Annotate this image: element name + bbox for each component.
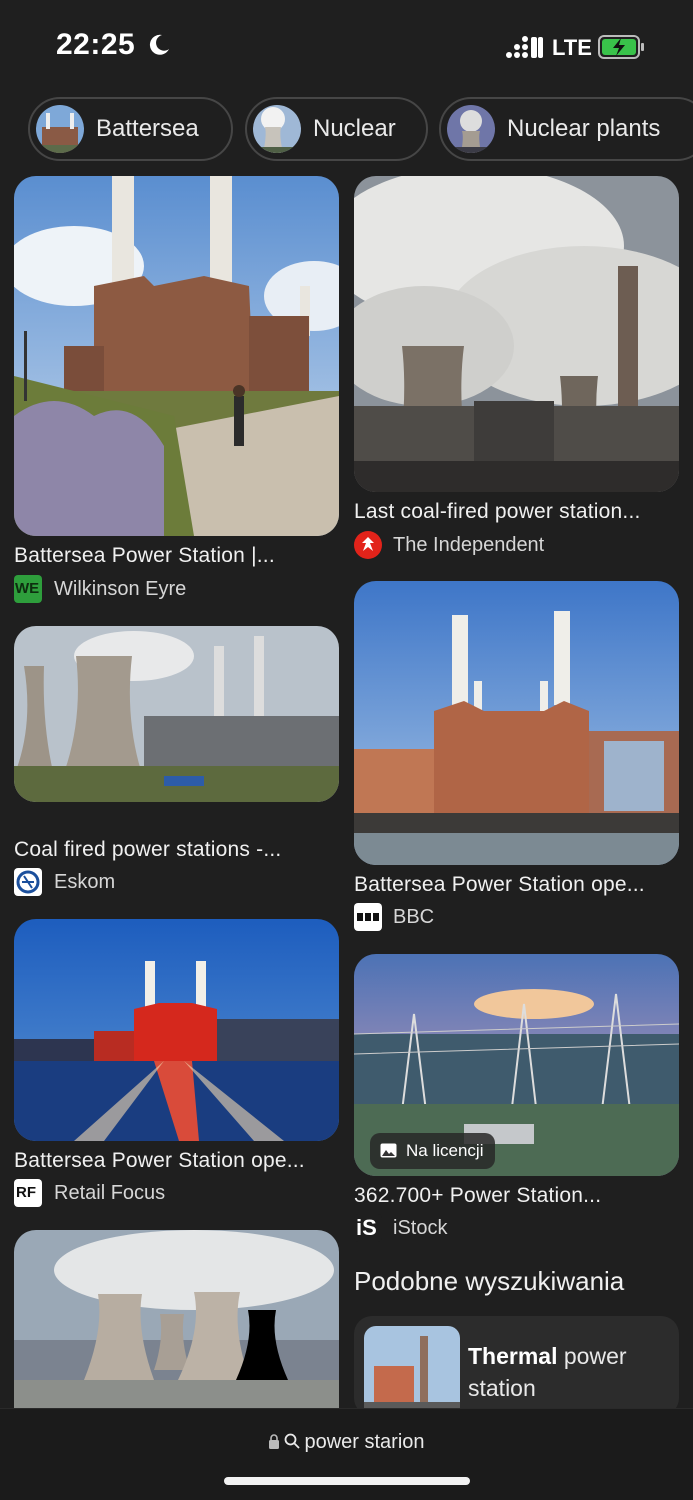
result-caption[interactable]: Battersea Power Station ope... xyxy=(354,873,645,897)
network-type: LTE xyxy=(552,35,592,60)
chip-thumbnail xyxy=(36,105,84,153)
result-image-battersea-river[interactable] xyxy=(354,581,679,865)
home-indicator[interactable] xyxy=(224,1477,470,1485)
chip-thumbnail xyxy=(447,105,495,153)
chip-label: Nuclear xyxy=(313,115,396,142)
result-image-battersea-garden[interactable] xyxy=(14,176,339,536)
chip-nuclear[interactable]: Nuclear xyxy=(245,97,428,161)
chip-label: Nuclear plants xyxy=(507,115,661,142)
result-caption[interactable]: Battersea Power Station |... xyxy=(14,544,275,568)
address-bar[interactable]: power starion xyxy=(0,1431,693,1454)
result-source[interactable]: The Independent xyxy=(393,534,544,557)
browser-bottom-bar: power starion xyxy=(0,1408,693,1500)
related-search-line2: station xyxy=(468,1375,536,1401)
independent-favicon xyxy=(354,531,382,559)
license-label: Na licencji xyxy=(406,1141,484,1160)
related-search-label: Thermal power station xyxy=(468,1340,627,1404)
result-caption[interactable]: 362.700+ Power Station... xyxy=(354,1184,601,1208)
chip-nuclear-plants[interactable]: Nuclear plants xyxy=(439,97,693,161)
status-bar: 22:25 LTE xyxy=(0,0,693,92)
clock: 22:25 xyxy=(56,28,136,61)
result-source[interactable]: Retail Focus xyxy=(54,1182,165,1205)
wilkinson-eyre-favicon: WE xyxy=(14,575,42,603)
related-search-bold: Thermal xyxy=(468,1343,558,1369)
chip-battersea[interactable]: Battersea xyxy=(28,97,233,161)
lock-icon xyxy=(269,1434,280,1449)
result-caption[interactable]: Last coal-fired power station... xyxy=(354,500,641,524)
signal-icon xyxy=(506,36,543,58)
related-thumbnail xyxy=(364,1326,460,1416)
result-caption[interactable]: Battersea Power Station ope... xyxy=(14,1149,305,1173)
result-source[interactable]: Wilkinson Eyre xyxy=(54,578,186,601)
bbc-favicon xyxy=(354,903,382,931)
result-image-eskom-plant[interactable] xyxy=(14,626,339,802)
suggestion-chips: Battersea Nuclear Nuclear plants xyxy=(28,97,693,161)
chip-label: Battersea xyxy=(96,115,199,142)
address-text: power starion xyxy=(304,1431,425,1453)
favicon-text: RF xyxy=(16,1184,36,1201)
retail-focus-favicon: RF xyxy=(14,1179,42,1207)
eskom-favicon xyxy=(14,868,42,896)
result-image-coal-smoke[interactable] xyxy=(354,176,679,492)
result-image-cooling-towers[interactable] xyxy=(14,1230,339,1430)
istock-favicon: iS xyxy=(354,1214,382,1242)
chip-thumbnail xyxy=(253,105,301,153)
result-source[interactable]: BBC xyxy=(393,906,434,929)
result-caption[interactable]: Coal fired power stations -... xyxy=(14,838,281,862)
result-source[interactable]: Eskom xyxy=(54,871,115,894)
search-icon xyxy=(285,1433,301,1449)
related-search-rest: power xyxy=(563,1343,627,1369)
moon-icon xyxy=(149,34,169,55)
license-badge: Na licencji xyxy=(370,1133,496,1169)
related-search-thermal-power-station[interactable]: Thermal power station xyxy=(354,1316,679,1416)
favicon-text: WE xyxy=(15,580,40,597)
image-icon xyxy=(380,1143,397,1158)
related-searches-heading: Podobne wyszukiwania xyxy=(354,1266,625,1296)
result-source[interactable]: iStock xyxy=(393,1217,447,1240)
battery-icon xyxy=(598,35,644,59)
favicon-text: iS xyxy=(356,1215,377,1240)
result-image-battersea-night[interactable] xyxy=(14,919,339,1141)
